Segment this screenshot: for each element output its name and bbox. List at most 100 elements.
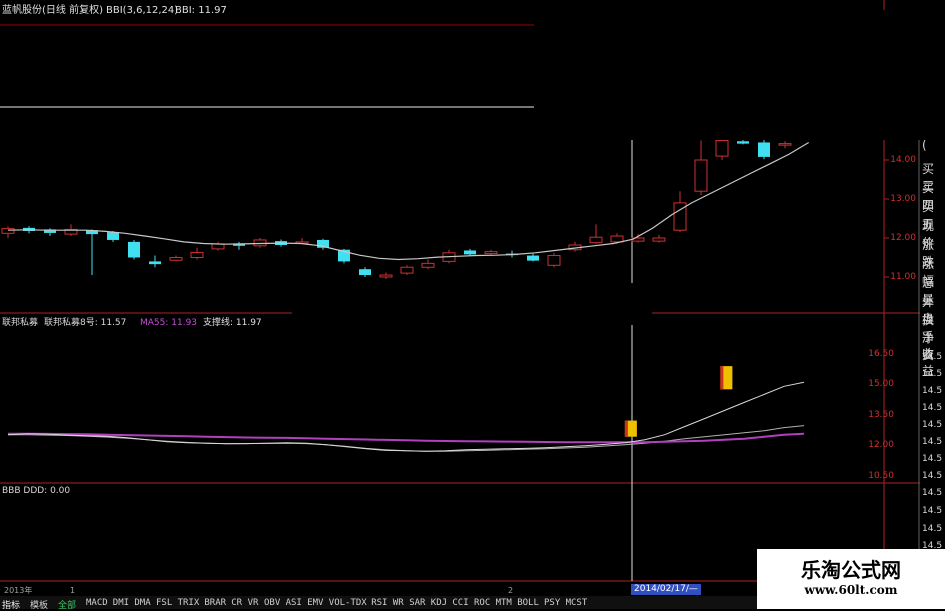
signal-marker[interactable] (624, 420, 637, 437)
candle-body (1, 228, 15, 234)
candle[interactable] (547, 252, 561, 268)
indicator-tab-macd[interactable]: MACD (86, 598, 108, 608)
indicator-tab-cr[interactable]: CR (231, 598, 242, 608)
indicator-tab-emv[interactable]: EMV (307, 598, 323, 608)
candle-body (737, 141, 749, 144)
date-year: 2013年 (4, 586, 33, 595)
candle[interactable] (128, 239, 140, 260)
indicator-tab-mtm[interactable]: MTM (496, 598, 512, 608)
indicator-tab-cci[interactable]: CCI (452, 598, 468, 608)
indicator-tab-psy[interactable]: PSY (544, 598, 560, 608)
cursor-date: 2014/02/17/— (631, 584, 701, 595)
candle-body (149, 261, 161, 265)
candle[interactable] (1, 226, 15, 238)
candle[interactable] (149, 255, 161, 268)
indicator-name: BBI(3,6,12,24) (106, 5, 179, 16)
candle[interactable] (589, 224, 603, 244)
candle-body (484, 251, 498, 255)
date-tick: 2 (508, 586, 514, 595)
candle-body (527, 255, 539, 261)
candle[interactable] (359, 267, 371, 277)
indicator-tab-sar[interactable]: SAR (409, 598, 425, 608)
candle[interactable] (568, 241, 582, 252)
sub-right-tick: 14.5 (922, 420, 943, 430)
indicator-tab-dma[interactable]: DMA (134, 598, 150, 608)
indicator-tab--[interactable]: 指标 (2, 598, 20, 611)
candle-body (107, 232, 119, 240)
candle-body (379, 274, 393, 278)
candle[interactable] (169, 255, 183, 262)
candle[interactable] (758, 138, 770, 160)
quote-label: ( (922, 138, 927, 152)
candle-body (128, 241, 140, 258)
sub-indicator-value: 联邦私募8号: 11.57 (44, 318, 127, 328)
candle[interactable] (464, 248, 476, 256)
indicator-tab-roc[interactable]: ROC (474, 598, 490, 608)
redaction-block (534, 10, 945, 140)
candle[interactable] (715, 136, 729, 160)
candle[interactable] (778, 141, 792, 149)
candle-body (359, 269, 371, 276)
candle[interactable] (379, 272, 393, 279)
candle[interactable] (211, 241, 225, 251)
signal-markers[interactable] (624, 366, 733, 437)
signal-marker[interactable] (720, 366, 733, 390)
watermark-title: 乐淘公式网 (801, 558, 901, 582)
candlestick-series[interactable] (1, 136, 792, 279)
sub-tick: 12.00 (868, 440, 894, 450)
candle[interactable] (317, 238, 329, 250)
date-tick: 1 (70, 586, 76, 595)
candle[interactable] (527, 253, 539, 262)
indicator-tab--[interactable]: 全部 (58, 598, 76, 611)
indicator-tab-trix[interactable]: TRIX (178, 598, 200, 608)
price-tick: 12.00 (890, 233, 916, 243)
indicator-tab-rsi[interactable]: RSI (371, 598, 387, 608)
candle[interactable] (652, 234, 666, 243)
candle[interactable] (86, 229, 98, 276)
indicator-tab-boll[interactable]: BOLL (517, 598, 539, 608)
indicator-tab-kdj[interactable]: KDJ (431, 598, 447, 608)
sub-right-tick: 14.5 (922, 369, 943, 379)
indicator-tab--[interactable]: 模板 (30, 598, 48, 611)
bbb-right-tick: 14.5 (922, 488, 943, 498)
indicator-tab-asi[interactable]: ASI (286, 598, 302, 608)
candle-body (464, 250, 476, 255)
support-line (8, 425, 805, 452)
indicator-value: BBI: 11.97 (175, 5, 227, 16)
signal-marker-edge (624, 420, 628, 437)
candle[interactable] (44, 228, 56, 237)
indicator-tab-vr[interactable]: VR (248, 598, 259, 608)
indicator-tab-dmi[interactable]: DMI (113, 598, 129, 608)
sub-tick: 16.50 (868, 349, 894, 359)
indicator-tab-fsl[interactable]: FSL (156, 598, 172, 608)
candle[interactable] (694, 140, 708, 196)
indicator-tab-obv[interactable]: OBV (264, 598, 280, 608)
candle-body (589, 236, 603, 244)
candle-body (169, 257, 183, 261)
candle[interactable] (190, 247, 204, 260)
sub-indicator-lines (7, 381, 805, 452)
sub-right-tick: 14.5 (922, 454, 943, 464)
candle[interactable] (421, 259, 435, 270)
ma55-value: MA55: 11.93 (140, 318, 198, 328)
bbb-right-tick: 14.5 (922, 524, 943, 534)
redaction-block (292, 283, 652, 325)
sub-right-tick: 14.5 (922, 471, 943, 481)
sub-right-tick: 14.5 (922, 403, 943, 413)
sub-indicator-name: 联邦私募 (2, 318, 39, 328)
sub-tick: 15.00 (868, 379, 894, 389)
price-tick: 13.00 (890, 194, 916, 204)
candle-body (694, 159, 708, 192)
stock-title: 蓝帆股份(日线 前复权) (2, 5, 103, 16)
indicator-tab-vol-tdx[interactable]: VOL-TDX (329, 598, 367, 608)
indicator-tab-brar[interactable]: BRAR (204, 598, 226, 608)
sub-tick: 13.50 (868, 410, 894, 420)
signal-marker-edge (720, 366, 724, 390)
sub-right-tick: 14.5 (922, 386, 943, 396)
chart-window: 蓝帆股份(日线 前复权) BBI(3,6,12,24) BBI: 11.97 1… (0, 0, 945, 611)
candle[interactable] (233, 241, 245, 250)
indicator-tab-mcst[interactable]: MCST (566, 598, 588, 608)
candle[interactable] (400, 265, 414, 276)
indicator-tab-wr[interactable]: WR (393, 598, 404, 608)
candle-body (190, 251, 204, 258)
